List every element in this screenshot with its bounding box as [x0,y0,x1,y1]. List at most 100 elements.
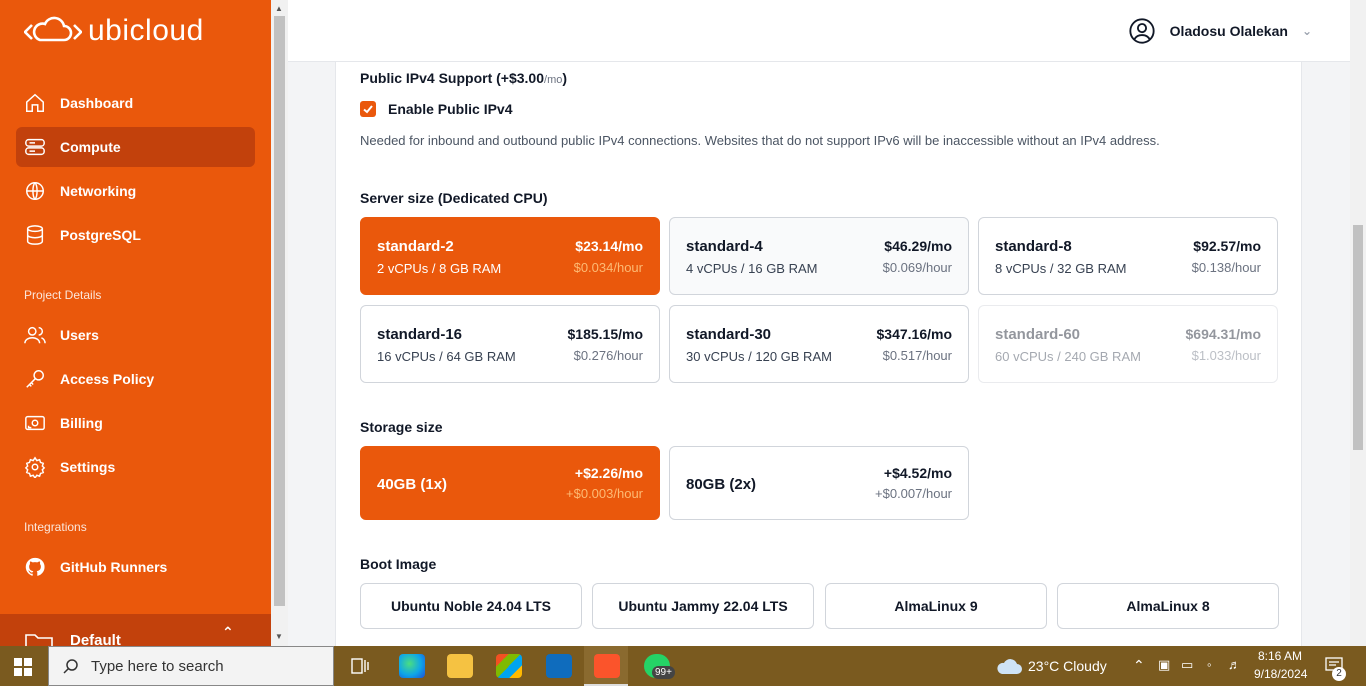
scroll-up-arrow-icon[interactable]: ▲ [275,4,283,13]
scrollbar-thumb[interactable] [1353,225,1363,450]
option-name: standard-8 [995,238,1072,255]
search-placeholder: Type here to search [91,657,224,675]
task-view-icon[interactable] [351,658,369,674]
cloudy-weather-icon [997,659,1022,674]
sidebar-item-networking[interactable]: Networking [16,171,255,211]
sidebar-item-users[interactable]: Users [16,315,255,355]
option-hourly-price: $1.033/hour [1191,348,1261,363]
sidebar: ubicloud Dashboard Compute Networking Po… [0,0,271,646]
server-size-option[interactable]: standard-4 4 vCPUs / 16 GB RAM $46.29/mo… [669,217,969,295]
project-details-label: Project Details [24,288,102,302]
sidebar-item-label: PostgreSQL [60,227,141,243]
sidebar-item-label: Compute [60,139,121,155]
option-hourly-price: $0.034/hour [573,260,643,275]
sidebar-item-billing[interactable]: Billing [16,403,255,443]
clock-date[interactable]: 9/18/2024 [1254,667,1307,681]
option-spec: 4 vCPUs / 16 GB RAM [686,261,818,276]
cloud-logo-icon [24,16,82,42]
option-spec: 8 vCPUs / 32 GB RAM [995,261,1127,276]
option-name: standard-30 [686,326,772,343]
scroll-down-arrow-icon[interactable]: ▼ [275,632,283,641]
brand-logo[interactable]: ubicloud [24,14,204,48]
option-monthly-price: $347.16/mo [876,326,953,342]
boot-image-option[interactable]: Ubuntu Noble 24.04 LTS [360,583,582,629]
project-name: Default [70,632,121,646]
option-name: standard-2 [377,238,454,255]
windows-start-icon[interactable] [14,658,32,676]
sidebar-item-github-runners[interactable]: GitHub Runners [16,547,255,587]
chevron-up-icon[interactable]: ⌃ [1133,657,1145,674]
user-circle-icon [1129,18,1155,44]
option-name: standard-4 [686,238,763,255]
option-monthly-price: $46.29/mo [884,238,952,254]
option-monthly-price: +$2.26/mo [574,465,643,481]
github-icon [25,557,45,576]
sidebar-item-settings[interactable]: Settings [16,447,255,487]
meet-now-icon[interactable]: ▣ [1158,657,1170,673]
ipv4-checkbox-label[interactable]: Enable Public IPv4 [388,101,513,117]
integrations-label: Integrations [24,520,87,534]
sidebar-item-label: Billing [60,415,103,431]
server-size-option[interactable]: standard-8 8 vCPUs / 32 GB RAM $92.57/mo… [978,217,1278,295]
boot-image-option[interactable]: AlmaLinux 8 [1057,583,1279,629]
storage-size-option[interactable]: 40GB (1x) +$2.26/mo +$0.003/hour [360,446,660,520]
user-menu[interactable]: Oladosu Olalekan ⌄ [1128,17,1312,45]
server-icon [25,138,45,156]
server-size-option[interactable]: standard-30 30 vCPUs / 120 GB RAM $347.1… [669,305,969,383]
battery-icon[interactable]: ▭ [1181,657,1193,673]
storage-size-option[interactable]: 80GB (2x) +$4.52/mo +$0.007/hour [669,446,969,520]
search-icon [63,659,78,674]
option-name: 80GB (2x) [686,476,757,493]
brave-active-tab[interactable] [584,646,628,686]
microsoft-store-icon[interactable] [496,654,522,678]
scrollbar-thumb[interactable] [274,16,285,606]
option-name: standard-60 [995,326,1081,343]
brand-name: ubicloud [88,14,204,47]
globe-icon [26,182,44,200]
ipv4-checkbox[interactable] [360,101,376,117]
option-name: standard-16 [377,326,463,343]
folder-icon [25,634,53,646]
brave-browser-icon [594,654,620,678]
main-scrollbar[interactable] [1350,0,1366,646]
sidebar-scrollbar[interactable]: ▲ ▼ [271,0,288,646]
weather-text[interactable]: 23°C Cloudy [1028,658,1107,674]
server-size-title: Server size (Dedicated CPU) [360,190,548,206]
edge-browser-icon[interactable] [399,654,425,678]
chevron-up-icon: ⌃ [222,624,234,640]
database-icon [26,225,44,245]
home-icon [26,93,44,112]
ipv4-help-text: Needed for inbound and outbound public I… [360,133,1160,148]
storage-size-title: Storage size [360,419,443,435]
sidebar-item-compute[interactable]: Compute [16,127,255,167]
sidebar-item-dashboard[interactable]: Dashboard [16,83,255,123]
option-hourly-price: +$0.007/hour [875,486,952,501]
boot-image-option[interactable]: AlmaLinux 9 [825,583,1047,629]
user-name: Oladosu Olalekan [1169,23,1288,39]
option-monthly-price: $23.14/mo [575,238,643,254]
server-size-option[interactable]: standard-2 2 vCPUs / 8 GB RAM $23.14/mo … [360,217,660,295]
project-switcher[interactable]: Default ⌃ [0,614,271,646]
taskbar-search[interactable]: Type here to search [48,646,334,686]
option-hourly-price: $0.069/hour [882,260,952,275]
whatsapp-badge: 99+ [652,666,675,679]
server-size-option[interactable]: standard-16 16 vCPUs / 64 GB RAM $185.15… [360,305,660,383]
file-explorer-icon[interactable] [447,654,473,678]
chevron-down-icon: ⌄ [1301,24,1312,38]
option-monthly-price: $694.31/mo [1185,326,1262,342]
sidebar-item-access-policy[interactable]: Access Policy [16,359,255,399]
clock-time[interactable]: 8:16 AM [1258,649,1302,663]
option-spec: 2 vCPUs / 8 GB RAM [377,261,502,276]
windows-taskbar: Type here to search 99+ 23°C Cloudy ⌃ ▣ … [0,646,1366,686]
boot-image-option[interactable]: Ubuntu Jammy 22.04 LTS [592,583,814,629]
banknote-icon [25,415,45,431]
wifi-icon[interactable]: ◦ [1207,657,1212,672]
sidebar-item-postgresql[interactable]: PostgreSQL [16,215,255,255]
key-icon [26,370,44,388]
outlook-icon[interactable] [546,654,572,678]
ipv4-title-text: Public IPv4 Support (+$3.00 [360,70,545,86]
volume-icon[interactable]: ♬ [1228,657,1241,672]
users-icon [24,326,46,344]
ipv4-title-unit: /mo [544,74,563,86]
sidebar-item-label: Users [60,327,99,343]
